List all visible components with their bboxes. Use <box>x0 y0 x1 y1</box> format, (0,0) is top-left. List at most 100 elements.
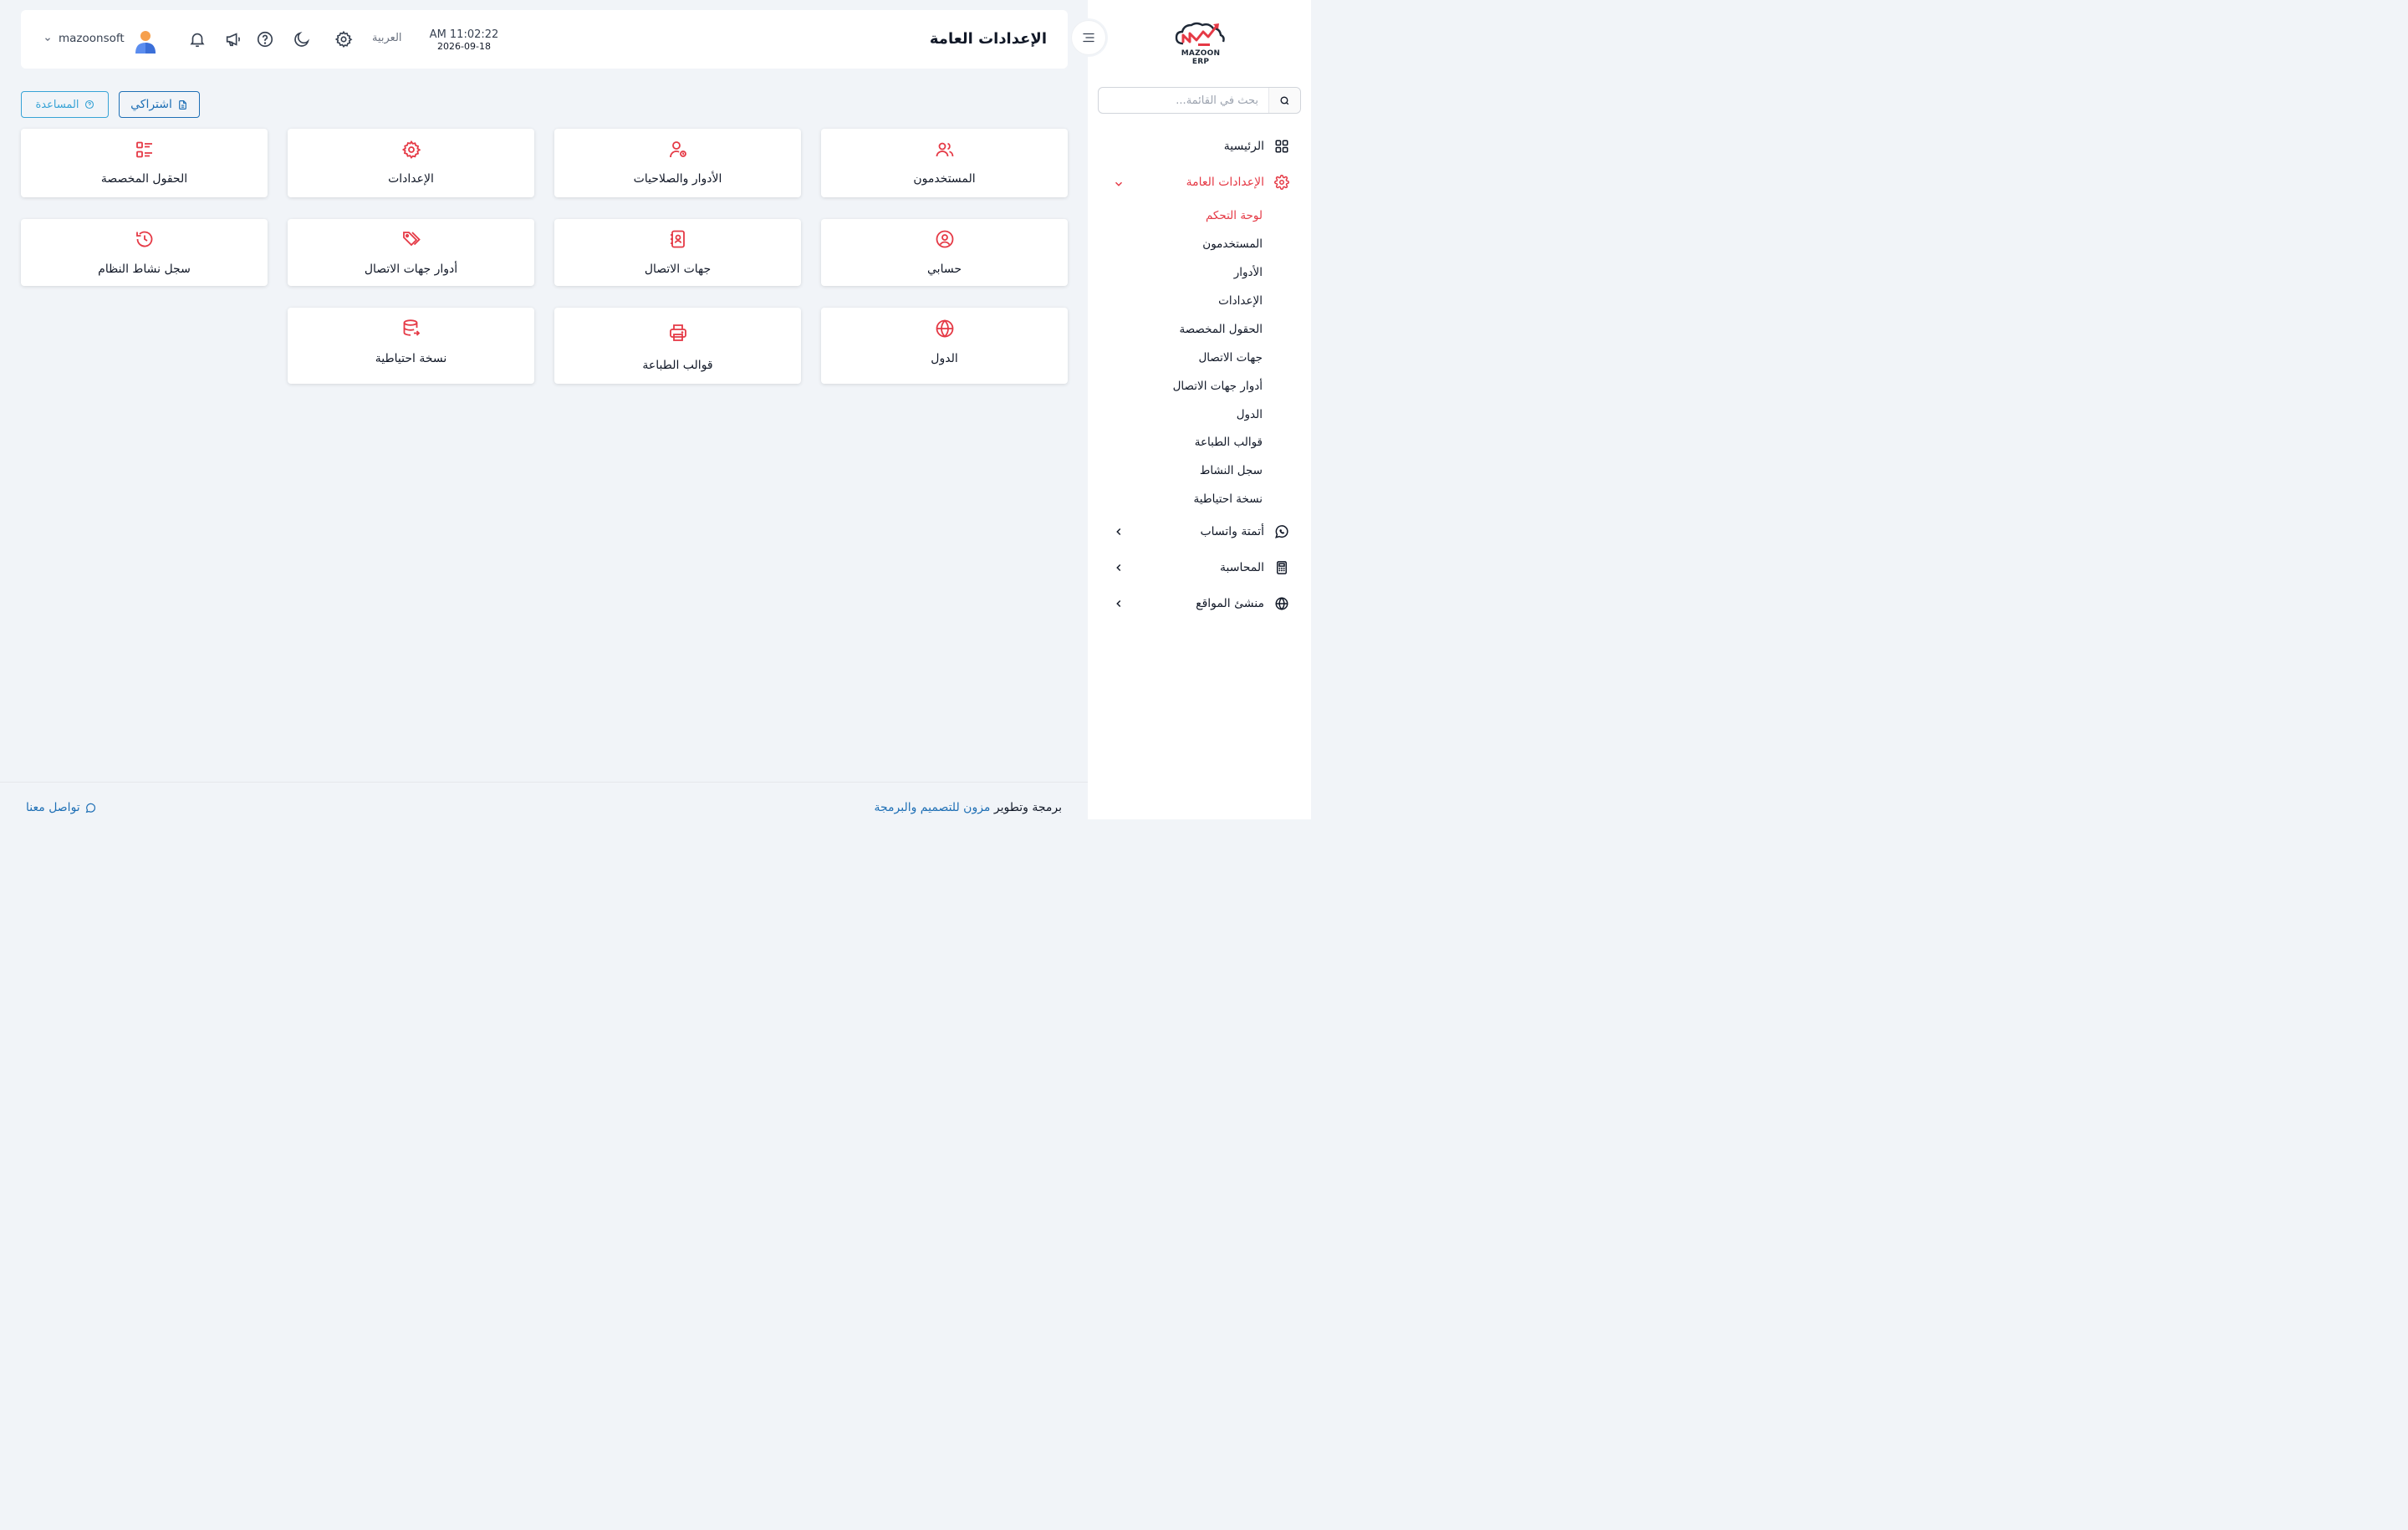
grid-icon <box>1275 140 1288 153</box>
footer: برمجة وتطوير مزون للتصميم والبرمجة تواصل… <box>0 782 1088 833</box>
sidebar-item-site-builder[interactable]: منشئ المواقع <box>1196 594 1289 614</box>
sidebar-subitem-roles[interactable]: الأدوار <box>1234 266 1263 279</box>
help-label: المساعدة <box>35 98 79 111</box>
language-switch[interactable]: العربية <box>372 32 402 44</box>
sidebar-item-label: الإعدادات العامة <box>1186 176 1264 189</box>
menu-icon <box>1083 33 1094 43</box>
subscription-label: اشتراكي <box>130 98 172 111</box>
sidebar-item-label: أتمتة واتساب <box>1200 525 1264 538</box>
tags-icon <box>403 232 421 247</box>
card-label: الإعدادات <box>388 172 434 186</box>
card-label: الأدوار والصلاحيات <box>633 172 722 186</box>
megaphone-icon[interactable] <box>224 30 242 48</box>
logo[interactable]: MAZOON ERP <box>1171 18 1230 66</box>
gear-icon <box>401 140 421 159</box>
sidebar-subitem-contacts[interactable]: جهات الاتصال <box>1198 351 1263 365</box>
sidebar-subitem-print-templates[interactable]: قوالب الطباعة <box>1195 436 1263 449</box>
sidebar-search <box>1098 87 1301 114</box>
card-contacts[interactable]: جهات الاتصال <box>554 219 801 286</box>
card-label: المستخدمون <box>913 172 976 186</box>
card-system-activity-log[interactable]: سجل نشاط النظام <box>21 219 268 286</box>
footer-credit-link[interactable]: مزون للتصميم والبرمجة <box>874 801 990 814</box>
search-icon[interactable] <box>1268 88 1300 113</box>
clock: AM 11:02:22 2026-09-18 <box>422 28 506 52</box>
contact-us-label: تواصل معنا <box>26 801 80 814</box>
page-title: الإعدادات العامة <box>929 30 1047 48</box>
chevron-down-icon[interactable] <box>43 35 52 43</box>
sidebar: MAZOON ERP الرئيسية الإعدادات العامة لوح… <box>1088 0 1311 819</box>
globe-icon <box>1275 597 1288 610</box>
avatar[interactable] <box>133 28 158 54</box>
card-contact-roles[interactable]: أدوار جهات الاتصال <box>288 219 534 286</box>
card-backup[interactable]: نسخة احتياطية <box>288 308 534 384</box>
clock-date: 2026-09-18 <box>437 41 491 52</box>
sidebar-subitem-contact-roles[interactable]: أدوار جهات الاتصال <box>1173 380 1263 393</box>
card-print-templates[interactable]: قوالب الطباعة <box>554 308 801 384</box>
globe-icon <box>936 319 954 338</box>
card-label: الحقول المخصصة <box>100 172 188 186</box>
contact-us-link[interactable]: تواصل معنا <box>26 801 96 814</box>
printer-icon <box>670 324 686 341</box>
sidebar-item-whatsapp[interactable]: أتمتة واتساب <box>1200 522 1289 542</box>
chevron-left-icon[interactable] <box>1113 598 1125 609</box>
card-label: أدوار جهات الاتصال <box>364 263 458 276</box>
gear-icon <box>1274 175 1289 190</box>
footer-credit: برمجة وتطوير مزون للتصميم والبرمجة <box>874 801 1062 814</box>
sidebar-item-label: الرئيسية <box>1223 140 1264 153</box>
history-icon <box>136 231 153 247</box>
sidebar-subitem-users[interactable]: المستخدمون <box>1202 237 1263 251</box>
clock-time: AM 11:02:22 <box>429 28 499 41</box>
card-label: جهات الاتصال <box>644 263 712 276</box>
sidebar-search-input[interactable] <box>1099 88 1268 113</box>
card-label: حسابي <box>927 263 962 276</box>
sidebar-subitem-backup[interactable]: نسخة احتياطية <box>1194 492 1263 506</box>
chevron-left-icon[interactable] <box>1113 562 1125 574</box>
sidebar-bottom-strip <box>1088 819 1311 833</box>
help-button[interactable]: المساعدة <box>21 91 109 118</box>
chevron-down-icon[interactable] <box>1113 178 1125 190</box>
gear-icon[interactable] <box>334 30 353 48</box>
sidebar-toggle[interactable] <box>1069 18 1108 57</box>
logo-mark-icon <box>1175 22 1225 46</box>
sidebar-subitem-settings[interactable]: الإعدادات <box>1218 294 1263 308</box>
help-icon[interactable] <box>256 30 274 48</box>
users-icon <box>936 142 954 157</box>
whatsapp-icon <box>85 803 95 813</box>
moon-icon[interactable] <box>293 30 311 48</box>
top-header: الإعدادات العامة AM 11:02:22 2026-09-18 … <box>21 10 1068 69</box>
card-settings[interactable]: الإعدادات <box>288 129 534 197</box>
list-icon <box>136 141 152 158</box>
username[interactable]: mazoonsoft <box>59 32 125 45</box>
bell-icon[interactable] <box>188 30 207 48</box>
subscription-button[interactable]: اشتراكي <box>119 91 200 118</box>
logo-text: MAZOON ERP <box>1181 49 1221 66</box>
card-custom-fields[interactable]: الحقول المخصصة <box>21 129 268 197</box>
calculator-icon <box>1277 561 1287 574</box>
sidebar-item-general-settings[interactable]: الإعدادات العامة <box>1186 172 1289 192</box>
card-roles-permissions[interactable]: الأدوار والصلاحيات <box>554 129 801 197</box>
card-my-account[interactable]: حسابي <box>821 219 1068 286</box>
contact-book-icon <box>671 230 685 248</box>
footer-credit-prefix: برمجة وتطوير <box>993 801 1062 814</box>
chevron-left-icon[interactable] <box>1113 526 1125 538</box>
sidebar-subitem-countries[interactable]: الدول <box>1237 408 1263 421</box>
card-label: قوالب الطباعة <box>642 359 713 372</box>
card-label: سجل نشاط النظام <box>98 263 191 276</box>
help-circle-icon <box>84 99 94 110</box>
file-icon <box>179 99 186 110</box>
card-label: الدول <box>931 352 958 365</box>
user-circle-icon <box>936 230 954 248</box>
sidebar-subitem-custom-fields[interactable]: الحقول المخصصة <box>1179 323 1263 336</box>
whatsapp-icon <box>1275 525 1288 538</box>
sidebar-item-home[interactable]: الرئيسية <box>1224 136 1289 156</box>
card-label: نسخة احتياطية <box>375 352 447 365</box>
user-shield-icon <box>670 141 686 158</box>
sidebar-item-accounting[interactable]: المحاسبة <box>1220 558 1289 578</box>
sidebar-subitem-activity-log[interactable]: سجل النشاط <box>1200 464 1263 477</box>
database-icon <box>403 319 421 336</box>
sidebar-item-label: منشئ المواقع <box>1196 597 1264 610</box>
sidebar-item-label: المحاسبة <box>1219 561 1264 574</box>
card-users[interactable]: المستخدمون <box>821 129 1068 197</box>
card-countries[interactable]: الدول <box>821 308 1068 384</box>
sidebar-subitem-dashboard[interactable]: لوحة التحكم <box>1206 209 1263 222</box>
